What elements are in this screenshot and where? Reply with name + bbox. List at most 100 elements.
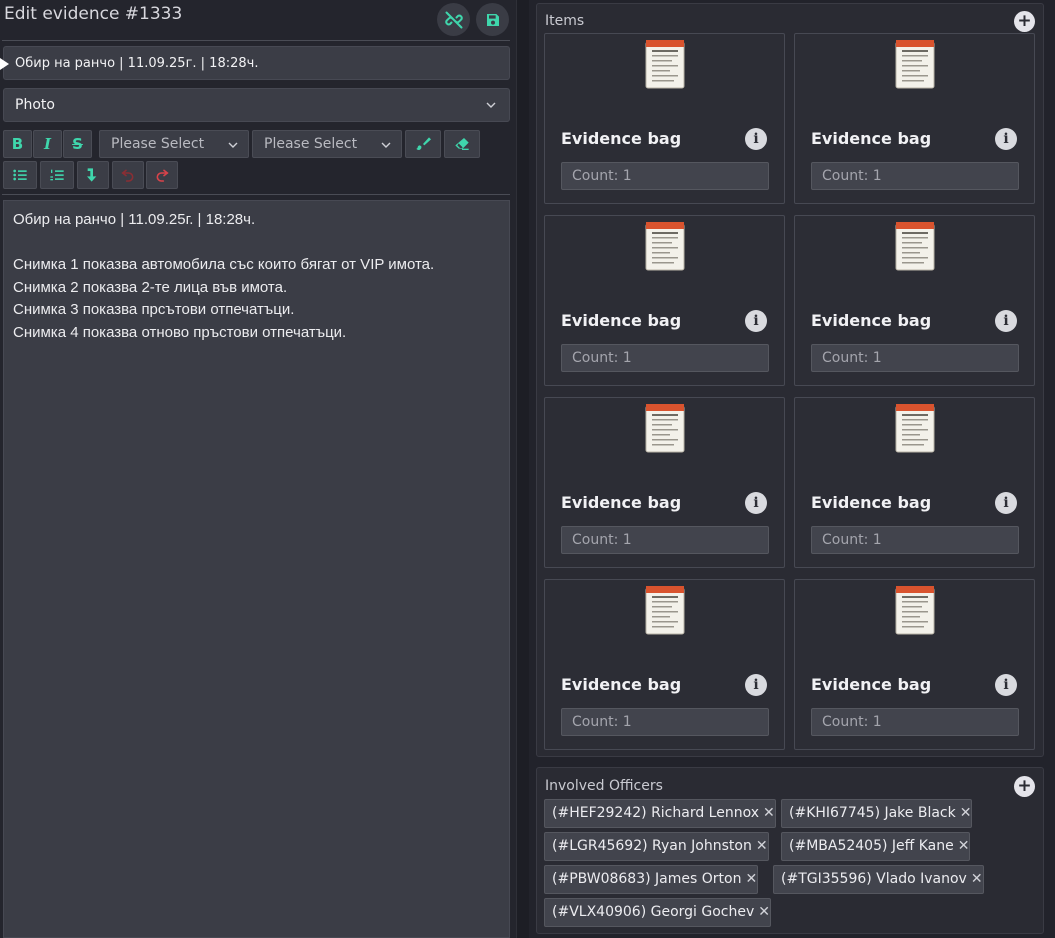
redo-icon bbox=[156, 169, 169, 182]
chevron-down-icon bbox=[381, 142, 391, 148]
evidence-type-select[interactable]: Photo bbox=[3, 88, 510, 122]
size-select-value: Please Select bbox=[264, 136, 358, 152]
italic-button[interactable]: I bbox=[33, 130, 62, 158]
evidence-bag-icon bbox=[895, 586, 935, 635]
clear-format-button[interactable] bbox=[444, 130, 480, 158]
item-name: Evidence bag bbox=[811, 129, 932, 148]
evidence-bag-icon bbox=[645, 404, 685, 453]
item-count-field[interactable]: Count: 1 bbox=[561, 708, 769, 736]
close-icon[interactable]: ✕ bbox=[763, 805, 775, 821]
save-icon bbox=[486, 13, 499, 26]
item-count-field[interactable]: Count: 1 bbox=[561, 162, 769, 190]
item-name: Evidence bag bbox=[811, 675, 932, 694]
numbered-list-button[interactable] bbox=[40, 161, 74, 189]
close-icon[interactable]: ✕ bbox=[758, 904, 770, 920]
item-count-field[interactable]: Count: 1 bbox=[811, 526, 1019, 554]
chevron-down-icon bbox=[228, 142, 238, 148]
mouse-cursor-icon bbox=[0, 58, 9, 70]
evidence-type-value: Photo bbox=[15, 97, 55, 113]
bullet-list-button[interactable] bbox=[3, 161, 37, 189]
item-count-field[interactable]: Count: 1 bbox=[811, 162, 1019, 190]
officer-tag[interactable]: (#LGR45692) Ryan Johnston ✕ bbox=[544, 832, 769, 861]
item-card[interactable]: Evidence bag i Count: 1 bbox=[794, 33, 1035, 204]
redo-button[interactable] bbox=[146, 161, 178, 189]
officer-tag[interactable]: (#MBA52405) Jeff Kane ✕ bbox=[781, 832, 971, 861]
item-card[interactable]: Evidence bag i Count: 1 bbox=[794, 215, 1035, 386]
evidence-bag-icon bbox=[645, 40, 685, 89]
info-icon[interactable]: i bbox=[745, 492, 767, 514]
evidence-body-editor[interactable]: Обир на ранчо | 11.09.25г. | 18:28ч. Сни… bbox=[3, 200, 510, 938]
item-name: Evidence bag bbox=[811, 493, 932, 512]
item-name: Evidence bag bbox=[561, 311, 682, 330]
font-select[interactable]: Please Select bbox=[99, 130, 249, 158]
item-count-field[interactable]: Count: 1 bbox=[811, 344, 1019, 372]
plus-icon: + bbox=[1017, 11, 1032, 31]
evidence-bag-icon bbox=[645, 222, 685, 271]
evidence-title-input[interactable]: Обир на ранчо | 11.09.25г. | 18:28ч. bbox=[3, 46, 510, 80]
bold-button[interactable]: B bbox=[3, 130, 32, 158]
items-label: Items bbox=[545, 13, 585, 29]
strikethrough-button[interactable]: S bbox=[63, 130, 92, 158]
evidence-bag-icon bbox=[895, 40, 935, 89]
text-color-button[interactable] bbox=[405, 130, 441, 158]
evidence-bag-icon bbox=[645, 586, 685, 635]
officer-name: (#TGI35596) Vlado Ivanov bbox=[781, 871, 967, 887]
add-officer-button[interactable]: + bbox=[1014, 776, 1035, 797]
item-name: Evidence bag bbox=[561, 493, 682, 512]
officer-tag[interactable]: (#TGI35596) Vlado Ivanov ✕ bbox=[773, 865, 984, 894]
item-card[interactable]: Evidence bag i Count: 1 bbox=[544, 215, 785, 386]
chevron-down-icon bbox=[486, 102, 496, 108]
items-section: Items + Evidence bag i Count: 1 Evidence ba… bbox=[536, 3, 1044, 757]
close-icon[interactable]: ✕ bbox=[958, 838, 970, 854]
close-icon[interactable]: ✕ bbox=[745, 871, 757, 887]
close-icon[interactable]: ✕ bbox=[960, 805, 972, 821]
item-card[interactable]: Evidence bag i Count: 1 bbox=[544, 397, 785, 568]
item-card[interactable]: Evidence bag i Count: 1 bbox=[544, 579, 785, 750]
info-icon[interactable]: i bbox=[745, 674, 767, 696]
item-name: Evidence bag bbox=[561, 129, 682, 148]
unlink-button[interactable] bbox=[437, 3, 470, 36]
font-select-value: Please Select bbox=[111, 136, 205, 152]
evidence-bag-icon bbox=[895, 404, 935, 453]
officer-tag[interactable]: (#KHI67745) Jake Black ✕ bbox=[781, 799, 973, 828]
add-item-button[interactable]: + bbox=[1014, 11, 1035, 32]
eraser-icon bbox=[455, 138, 469, 150]
officers-label: Involved Officers bbox=[545, 778, 663, 794]
divider bbox=[2, 194, 510, 195]
info-icon[interactable]: i bbox=[995, 310, 1017, 332]
officers-section: Involved Officers + (#HEF29242) Richard … bbox=[536, 767, 1044, 934]
scrollbar-track[interactable] bbox=[517, 0, 529, 938]
officer-tag[interactable]: (#HEF29242) Richard Lennox ✕ bbox=[544, 799, 776, 828]
item-count-field[interactable]: Count: 1 bbox=[811, 708, 1019, 736]
officer-tag[interactable]: (#VLX40906) Georgi Gochev ✕ bbox=[544, 898, 771, 927]
indent-button[interactable] bbox=[77, 161, 109, 189]
item-count-field[interactable]: Count: 1 bbox=[561, 344, 769, 372]
item-count-field[interactable]: Count: 1 bbox=[561, 526, 769, 554]
info-icon[interactable]: i bbox=[745, 310, 767, 332]
officer-name: (#LGR45692) Ryan Johnston bbox=[552, 838, 752, 854]
plus-icon: + bbox=[1017, 776, 1032, 796]
item-card[interactable]: Evidence bag i Count: 1 bbox=[794, 397, 1035, 568]
evidence-bag-icon bbox=[895, 222, 935, 271]
page-title: Edit evidence #1333 bbox=[4, 4, 183, 24]
item-card[interactable]: Evidence bag i Count: 1 bbox=[794, 579, 1035, 750]
save-button[interactable] bbox=[476, 3, 509, 36]
paint-brush-icon bbox=[416, 137, 431, 151]
info-icon[interactable]: i bbox=[995, 674, 1017, 696]
undo-button[interactable] bbox=[112, 161, 144, 189]
close-icon[interactable]: ✕ bbox=[971, 871, 983, 887]
close-icon[interactable]: ✕ bbox=[756, 838, 768, 854]
unlink-icon bbox=[444, 11, 463, 28]
evidence-editor-panel: Edit evidence #1333 Обир на ранчо | 11.0… bbox=[0, 0, 516, 938]
info-icon[interactable]: i bbox=[745, 128, 767, 150]
info-icon[interactable]: i bbox=[995, 492, 1017, 514]
info-icon[interactable]: i bbox=[995, 128, 1017, 150]
officer-name: (#KHI67745) Jake Black bbox=[789, 805, 956, 821]
bullet-list-icon bbox=[13, 169, 27, 181]
officer-tag[interactable]: (#PBW08683) James Orton ✕ bbox=[544, 865, 759, 894]
item-card[interactable]: Evidence bag i Count: 1 bbox=[544, 33, 785, 204]
undo-icon bbox=[121, 169, 134, 182]
numbered-list-icon bbox=[50, 169, 64, 181]
officer-name: (#VLX40906) Georgi Gochev bbox=[552, 904, 755, 920]
size-select[interactable]: Please Select bbox=[252, 130, 402, 158]
